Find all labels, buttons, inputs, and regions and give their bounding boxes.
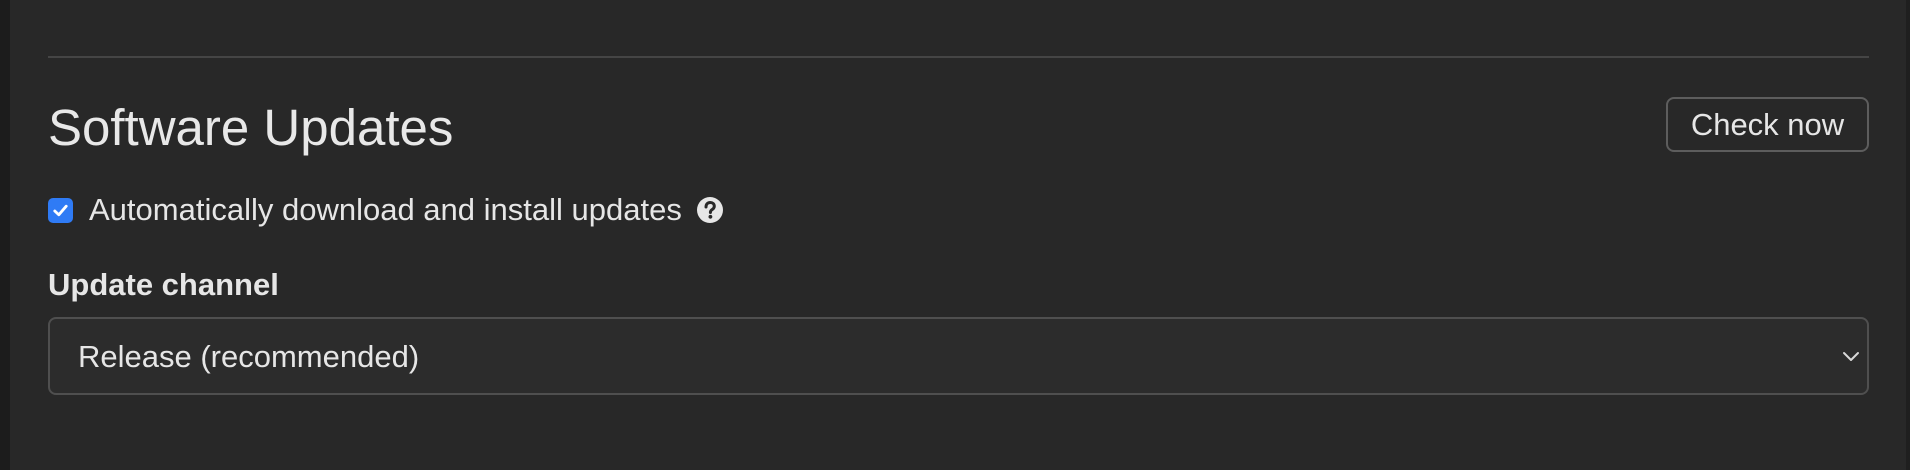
update-channel-select[interactable]: Release (recommended) — [48, 317, 1869, 395]
auto-update-label[interactable]: Automatically download and install updat… — [89, 190, 682, 230]
check-now-button[interactable]: Check now — [1666, 97, 1869, 152]
question-circle-icon[interactable] — [696, 196, 724, 224]
section-divider — [48, 56, 1869, 58]
update-channel-label: Update channel — [48, 267, 279, 302]
auto-update-checkbox[interactable] — [48, 197, 73, 223]
window-left-edge — [0, 0, 10, 470]
section-title: Software Updates — [48, 99, 454, 156]
window-right-edge — [1906, 0, 1910, 470]
auto-update-option[interactable]: Automatically download and install updat… — [48, 190, 724, 230]
chevron-down-icon — [1843, 352, 1859, 361]
checkmark-icon — [53, 204, 68, 216]
update-channel-value: Release (recommended) — [78, 339, 420, 374]
